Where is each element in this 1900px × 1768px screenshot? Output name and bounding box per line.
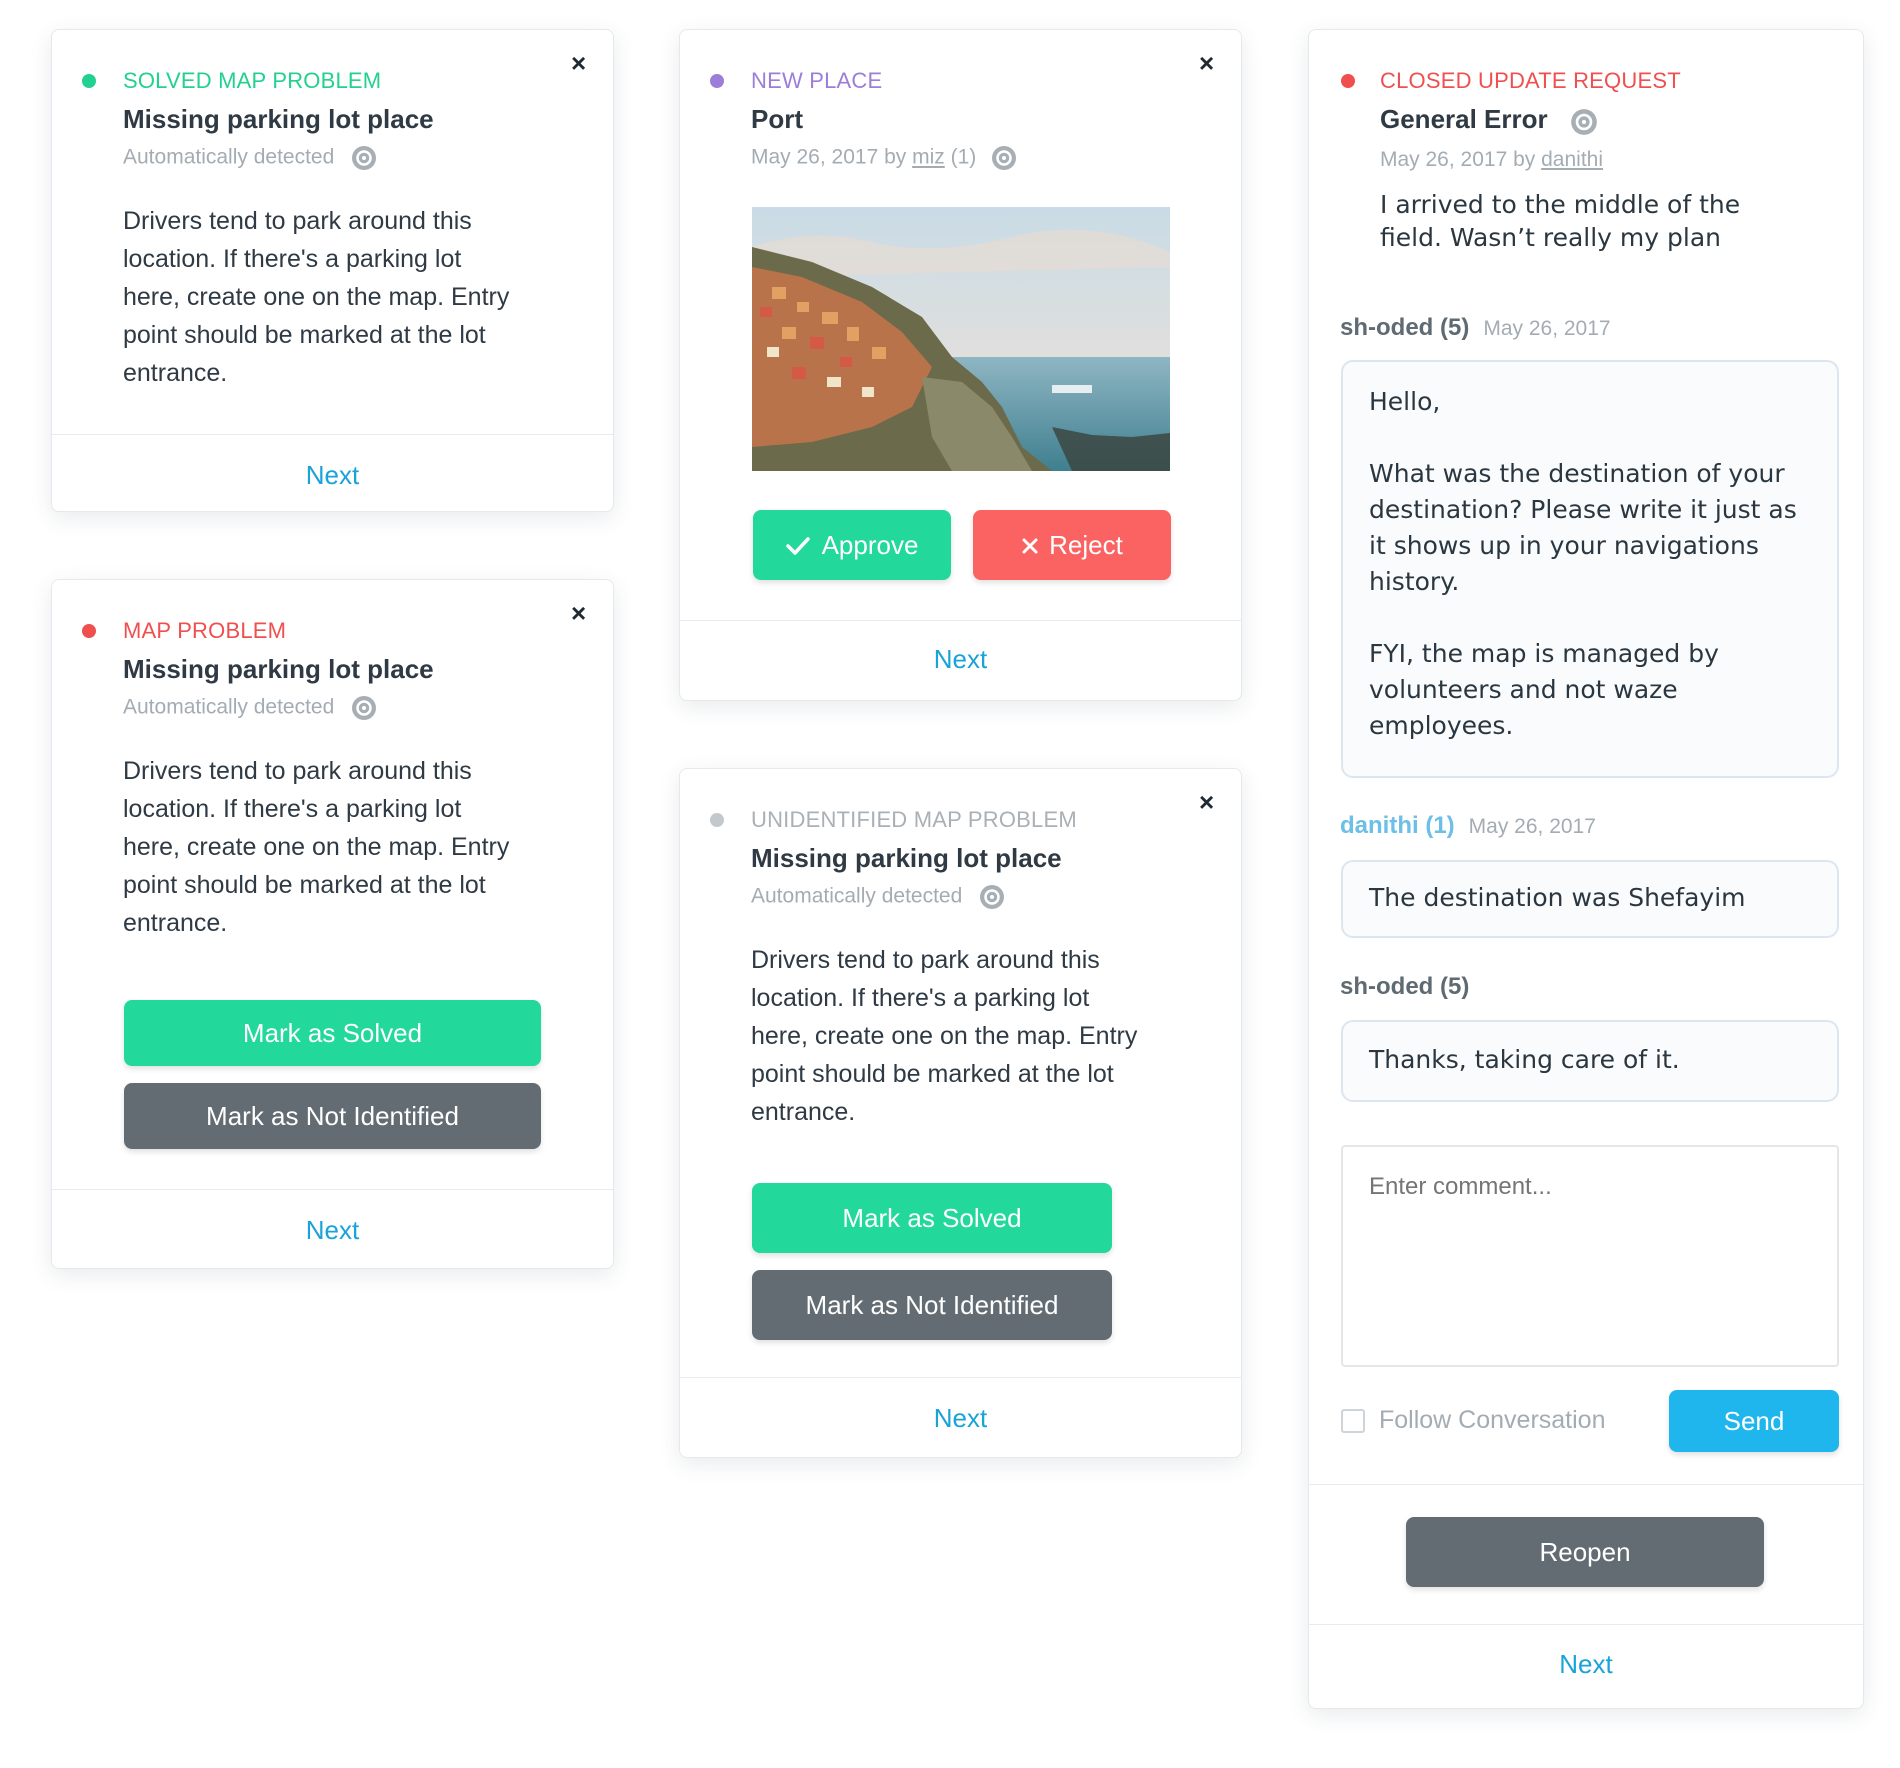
x-icon [1022, 538, 1038, 554]
mark-not-identified-button[interactable]: Mark as Not Identified [752, 1270, 1112, 1340]
status-dot [1341, 74, 1355, 88]
author-name[interactable]: sh-oded (5) [1340, 314, 1469, 341]
card-meta: May 26, 2017 by miz (1) [751, 144, 1018, 172]
card-description: Drivers tend to park around this locatio… [123, 757, 510, 937]
message-author: sh-oded (5) [1340, 973, 1469, 1001]
message-author: danithi (1) May 26, 2017 [1340, 812, 1596, 840]
user-rank: (1) [950, 145, 977, 169]
card-meta: Automatically detected [751, 883, 1006, 911]
message-date: May 26, 2017 [1483, 317, 1611, 340]
user-link[interactable]: miz [912, 146, 945, 169]
next-link[interactable]: Next [1309, 1649, 1863, 1680]
gear-icon[interactable] [1569, 107, 1597, 135]
status-dot [710, 74, 724, 88]
mark-solved-button[interactable]: Mark as Solved [752, 1183, 1112, 1253]
map-problem-card: × MAP PROBLEM Missing parking lot place … [51, 579, 614, 1269]
message-bubble: Thanks, taking care of it. [1341, 1020, 1839, 1102]
meta-text: Automatically detected [123, 145, 335, 169]
divider [52, 434, 613, 435]
card-title: Missing parking lot place [751, 843, 1062, 873]
message-bubble: Hello, What was the destination of your … [1341, 360, 1839, 778]
message-paragraph: Hello, [1369, 387, 1441, 416]
close-icon[interactable]: × [1199, 50, 1214, 76]
author-name[interactable]: danithi (1) [1340, 812, 1455, 839]
meta-date: May 26, 2017 by [751, 145, 907, 169]
card-type-label: UNIDENTIFIED MAP PROBLEM [751, 807, 1077, 832]
divider [52, 1189, 613, 1190]
card-title: General Error [1380, 104, 1597, 135]
status-dot [82, 624, 96, 638]
message-author: sh-oded (5) May 26, 2017 [1340, 314, 1611, 342]
user-link[interactable]: danithi [1541, 148, 1603, 171]
divider [1309, 1624, 1863, 1625]
check-icon [785, 537, 810, 555]
status-dot [82, 74, 96, 88]
card-title: Missing parking lot place [123, 654, 434, 684]
gear-icon[interactable] [350, 694, 378, 722]
unidentified-map-problem-card: × UNIDENTIFIED MAP PROBLEM Missing parki… [679, 768, 1242, 1458]
reopen-button[interactable]: Reopen [1406, 1517, 1764, 1587]
close-icon[interactable]: × [571, 600, 586, 626]
message-paragraph: The destination was Shefayim [1369, 883, 1746, 912]
reject-label: Reject [1049, 530, 1123, 560]
solved-map-problem-card: × SOLVED MAP PROBLEM Missing parking lot… [51, 29, 614, 512]
mark-solved-button[interactable]: Mark as Solved [124, 1000, 541, 1066]
card-type-label: SOLVED MAP PROBLEM [123, 68, 382, 93]
approve-label: Approve [821, 530, 919, 560]
divider [680, 620, 1241, 621]
gear-icon[interactable] [978, 883, 1006, 911]
card-title-text: General Error [1380, 104, 1548, 134]
next-link[interactable]: Next [52, 460, 613, 491]
next-link[interactable]: Next [680, 644, 1241, 675]
card-description: Drivers tend to park around this locatio… [751, 946, 1138, 1126]
card-type-label: CLOSED UPDATE REQUEST [1380, 68, 1681, 93]
request-description: I arrived to the middle of the field. Wa… [1380, 190, 1741, 252]
divider [1309, 1484, 1863, 1485]
meta-text: Automatically detected [123, 695, 335, 719]
status-dot [710, 813, 724, 827]
close-icon[interactable]: × [571, 50, 586, 76]
gear-icon[interactable] [990, 144, 1018, 172]
message-date: May 26, 2017 [1468, 815, 1596, 838]
follow-label: Follow Conversation [1379, 1406, 1606, 1434]
message-paragraph: FYI, the map is managed by volunteers an… [1369, 639, 1719, 740]
meta-text: Automatically detected [751, 884, 963, 908]
card-meta: Automatically detected [123, 144, 378, 172]
card-type-label: NEW PLACE [751, 68, 883, 93]
mark-not-identified-button[interactable]: Mark as Not Identified [124, 1083, 541, 1149]
close-icon[interactable]: × [1199, 789, 1214, 815]
follow-conversation[interactable]: Follow Conversation [1341, 1406, 1606, 1435]
next-link[interactable]: Next [52, 1215, 613, 1246]
card-meta: May 26, 2017 by danithi [1380, 148, 1603, 172]
divider [680, 1377, 1241, 1378]
gear-icon[interactable] [350, 144, 378, 172]
card-meta: Automatically detected [123, 694, 378, 722]
follow-checkbox[interactable] [1341, 1408, 1365, 1433]
message-bubble: The destination was Shefayim [1341, 860, 1839, 938]
card-title: Missing parking lot place [123, 104, 434, 134]
closed-update-request-card: CLOSED UPDATE REQUEST General Error May … [1308, 29, 1864, 1709]
place-photo [752, 207, 1170, 471]
approve-button[interactable]: Approve [753, 510, 951, 580]
comment-input[interactable] [1341, 1145, 1839, 1367]
reject-button[interactable]: Reject [973, 510, 1171, 580]
next-link[interactable]: Next [680, 1403, 1241, 1434]
message-paragraph: Thanks, taking care of it. [1369, 1045, 1680, 1074]
card-type-label: MAP PROBLEM [123, 618, 287, 643]
card-description: Drivers tend to park around this locatio… [123, 207, 510, 387]
card-title: Port [751, 104, 803, 134]
new-place-card: × NEW PLACE Port May 26, 2017 by miz (1) [679, 29, 1242, 701]
meta-date: May 26, 2017 by [1380, 148, 1536, 171]
send-button[interactable]: Send [1669, 1390, 1839, 1452]
author-name[interactable]: sh-oded (5) [1340, 973, 1469, 1000]
message-paragraph: What was the destination of your destina… [1369, 459, 1797, 596]
